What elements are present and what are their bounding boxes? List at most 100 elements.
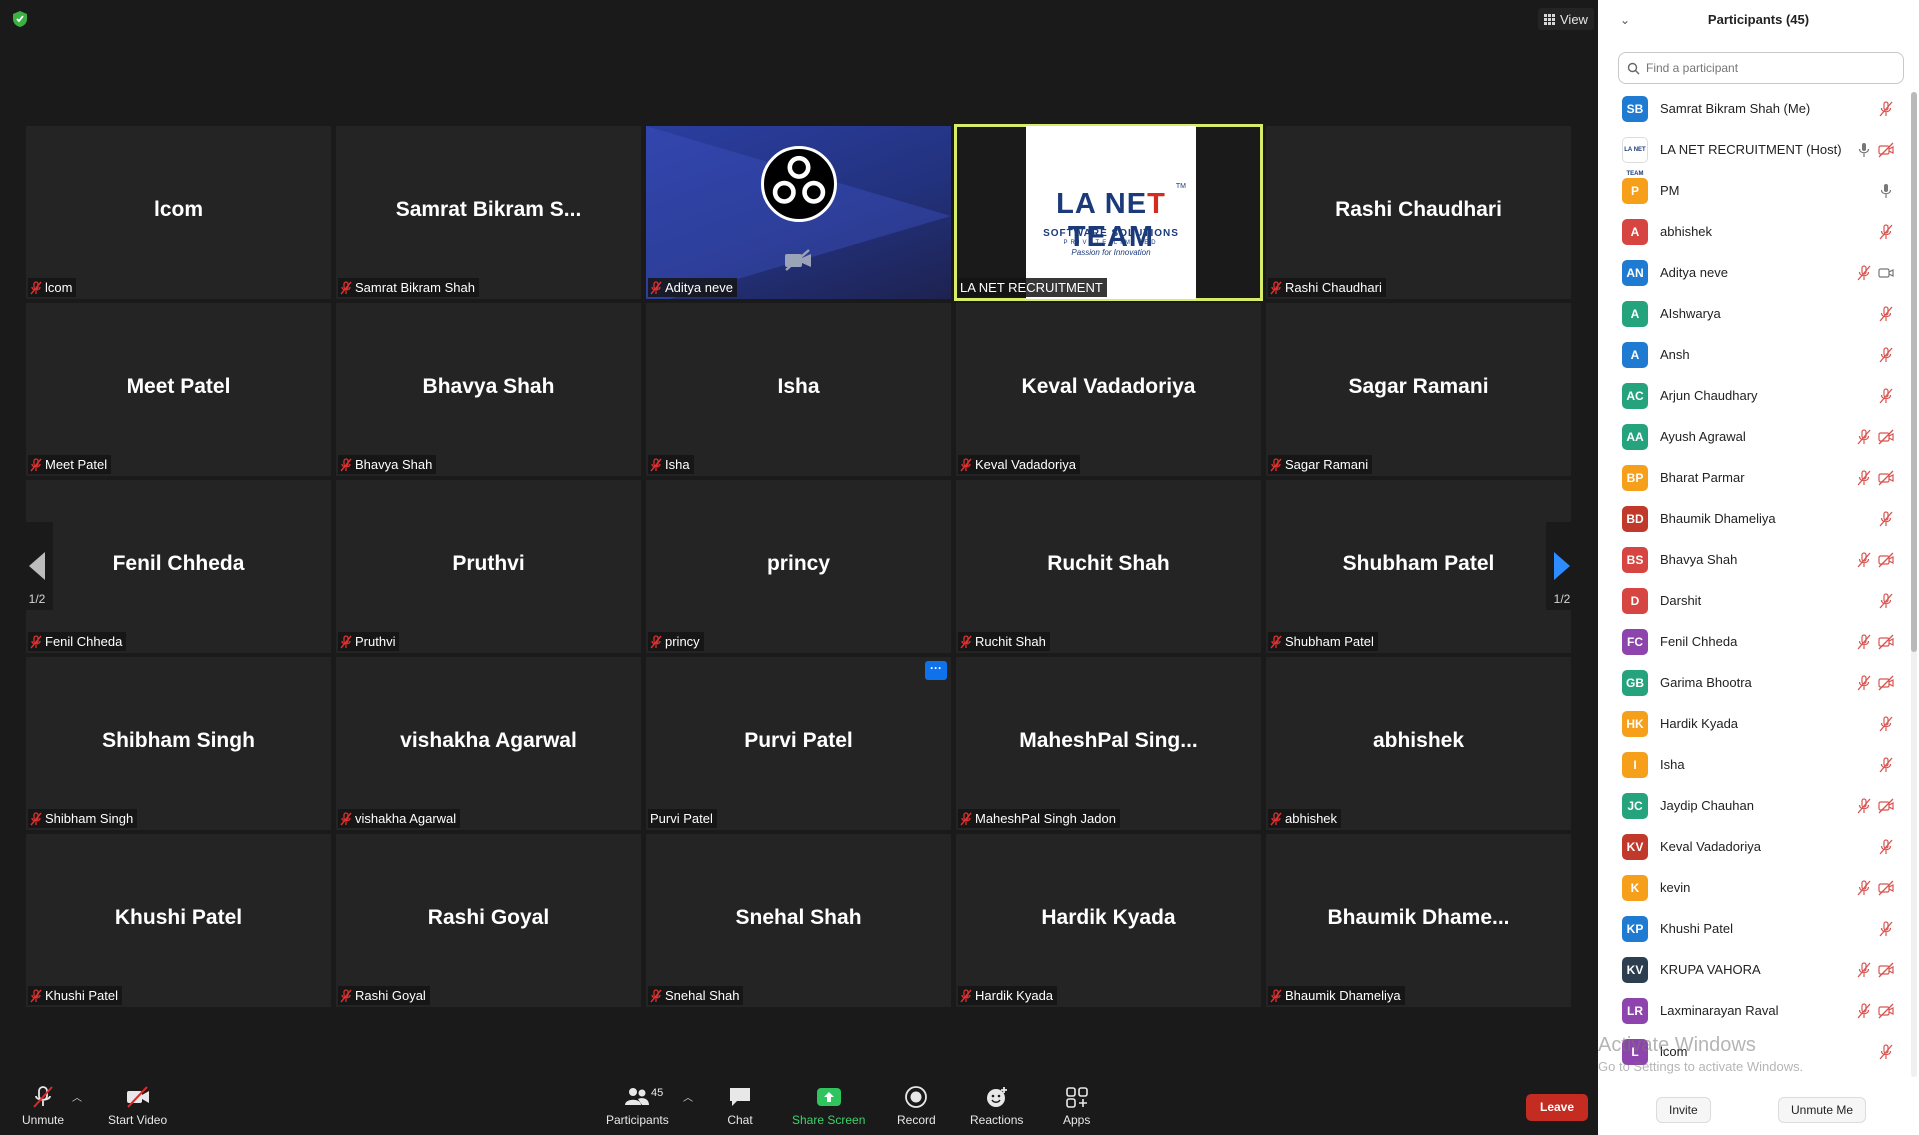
mic-muted-icon[interactable]: [1878, 305, 1894, 322]
participant-row[interactable]: HK Hardik Kyada: [1598, 703, 1908, 744]
participant-row[interactable]: P PM: [1598, 170, 1908, 211]
camera-off-icon[interactable]: [1878, 675, 1894, 691]
apps-button[interactable]: Apps: [1063, 1085, 1090, 1127]
video-tile[interactable]: Meet Patel Meet Patel: [26, 303, 331, 476]
mic-muted-icon[interactable]: [1856, 633, 1872, 650]
mic-muted-icon[interactable]: [1856, 264, 1872, 281]
participant-row[interactable]: BS Bhavya Shah: [1598, 539, 1908, 580]
participant-row[interactable]: LR Laxminarayan Raval: [1598, 990, 1908, 1031]
mic-muted-icon[interactable]: [1856, 428, 1872, 445]
video-tile[interactable]: abhishek abhishek: [1266, 657, 1571, 830]
leave-button[interactable]: Leave: [1526, 1094, 1588, 1121]
search-input[interactable]: [1646, 61, 1886, 75]
record-button[interactable]: Record: [897, 1085, 936, 1127]
participant-row[interactable]: Aabhishek: [1598, 211, 1908, 252]
video-tile[interactable]: Shubham Patel Shubham Patel: [1266, 480, 1571, 653]
mic-muted-icon[interactable]: [1856, 674, 1872, 691]
mic-muted-icon[interactable]: [1878, 510, 1894, 527]
mic-muted-icon[interactable]: [1878, 920, 1894, 937]
next-page-button[interactable]: 1/2: [1546, 522, 1578, 610]
camera-off-icon[interactable]: [1878, 429, 1894, 445]
camera-off-icon[interactable]: [1878, 798, 1894, 814]
participant-row[interactable]: AA Ayush Agrawal: [1598, 416, 1908, 457]
video-tile[interactable]: LA NET TEAM TM SOFTWARE SOLUTIONS PRIVATE L…: [954, 124, 1263, 301]
video-tile[interactable]: Keval Vadadoriya Keval Vadadoriya: [956, 303, 1261, 476]
participant-row[interactable]: SB Samrat Bikram Shah (Me): [1598, 88, 1908, 129]
participant-row[interactable]: LA NET TEAM LA NET RECRUITMENT (Host): [1598, 129, 1908, 177]
participant-row[interactable]: A AIshwarya: [1598, 293, 1908, 334]
video-tile[interactable]: Snehal Shah Snehal Shah: [646, 834, 951, 1007]
camera-off-icon[interactable]: [1878, 142, 1894, 158]
camera-off-icon[interactable]: [1878, 470, 1894, 486]
video-tile[interactable]: princy princy: [646, 480, 951, 653]
mic-muted-icon[interactable]: [1878, 1043, 1894, 1060]
video-tile[interactable]: MaheshPal Sing... MaheshPal Singh Jadon: [956, 657, 1261, 830]
mic-muted-icon[interactable]: [1856, 797, 1872, 814]
mic-muted-icon[interactable]: [1856, 551, 1872, 568]
participants-caret-icon[interactable]: ︿: [683, 1089, 693, 1104]
participant-row[interactable]: D Darshit: [1598, 580, 1908, 621]
video-tile[interactable]: Fenil Chheda Fenil Chheda: [26, 480, 331, 653]
mic-muted-icon[interactable]: [1856, 469, 1872, 486]
scrollbar-thumb[interactable]: [1911, 92, 1917, 652]
participant-row[interactable]: AN Aditya neve: [1598, 252, 1908, 293]
mic-muted-icon[interactable]: [1878, 387, 1894, 404]
mic-muted-icon[interactable]: [1878, 756, 1894, 773]
participant-row[interactable]: JC Jaydip Chauhan: [1598, 785, 1908, 826]
participant-row[interactable]: BD Bhaumik Dhameliya: [1598, 498, 1908, 539]
previous-page-button[interactable]: 1/2: [21, 522, 53, 610]
unmute-button[interactable]: Unmute: [22, 1085, 64, 1127]
mic-muted-icon[interactable]: [1878, 346, 1894, 363]
encryption-shield-icon[interactable]: [12, 10, 28, 28]
video-tile[interactable]: Isha Isha: [646, 303, 951, 476]
participant-row[interactable]: Llcom: [1598, 1031, 1908, 1072]
mic-muted-icon[interactable]: [1878, 223, 1894, 240]
camera-off-icon[interactable]: [1878, 552, 1894, 568]
mic-icon[interactable]: [1878, 183, 1894, 199]
video-tile[interactable]: Purvi Patel ··· Purvi Patel: [646, 657, 951, 830]
video-tile[interactable]: lcom lcom: [26, 126, 331, 299]
mic-muted-icon[interactable]: [1856, 879, 1872, 896]
more-options-icon[interactable]: ···: [925, 661, 947, 680]
video-tile[interactable]: Aditya neve: [646, 126, 951, 299]
camera-off-icon[interactable]: [1878, 962, 1894, 978]
participant-row[interactable]: BP Bharat Parmar: [1598, 457, 1908, 498]
mic-muted-icon[interactable]: [1856, 961, 1872, 978]
reactions-button[interactable]: Reactions: [970, 1085, 1023, 1127]
chat-button[interactable]: Chat: [727, 1085, 753, 1127]
participant-row[interactable]: KV KRUPA VAHORA: [1598, 949, 1908, 990]
camera-off-icon[interactable]: [1878, 1003, 1894, 1019]
start-video-button[interactable]: Start Video: [108, 1085, 167, 1127]
video-tile[interactable]: Bhaumik Dhame... Bhaumik Dhameliya: [1266, 834, 1571, 1007]
video-tile[interactable]: Sagar Ramani Sagar Ramani: [1266, 303, 1571, 476]
mic-muted-icon[interactable]: [1878, 838, 1894, 855]
share-screen-button[interactable]: Share Screen: [792, 1085, 865, 1127]
view-button[interactable]: View: [1538, 8, 1594, 30]
video-tile[interactable]: Ruchit Shah Ruchit Shah: [956, 480, 1261, 653]
participant-row[interactable]: I Isha: [1598, 744, 1908, 785]
participant-row[interactable]: FC Fenil Chheda: [1598, 621, 1908, 662]
video-tile[interactable]: Shibham Singh Shibham Singh: [26, 657, 331, 830]
participant-row[interactable]: Kkevin: [1598, 867, 1908, 908]
participant-row[interactable]: KP Khushi Patel: [1598, 908, 1908, 949]
mic-muted-icon[interactable]: [1878, 100, 1894, 117]
participant-row[interactable]: KV Keval Vadadoriya: [1598, 826, 1908, 867]
camera-icon[interactable]: [1878, 265, 1894, 281]
video-tile[interactable]: Rashi Goyal Rashi Goyal: [336, 834, 641, 1007]
mic-muted-icon[interactable]: [1878, 592, 1894, 609]
video-tile[interactable]: Rashi Chaudhari Rashi Chaudhari: [1266, 126, 1571, 299]
mic-muted-icon[interactable]: [1878, 715, 1894, 732]
participant-search[interactable]: [1618, 52, 1904, 84]
video-tile[interactable]: Samrat Bikram S... Samrat Bikram Shah: [336, 126, 641, 299]
unmute-me-button[interactable]: Unmute Me: [1778, 1097, 1867, 1123]
video-tile[interactable]: vishakha Agarwal vishakha Agarwal: [336, 657, 641, 830]
participant-row[interactable]: AC Arjun Chaudhary: [1598, 375, 1908, 416]
participant-list-scrollbar[interactable]: [1911, 92, 1917, 1077]
audio-options-caret-icon[interactable]: ︿: [72, 1089, 82, 1104]
video-tile[interactable]: Bhavya Shah Bhavya Shah: [336, 303, 641, 476]
video-tile[interactable]: Pruthvi Pruthvi: [336, 480, 641, 653]
participant-row[interactable]: GB Garima Bhootra: [1598, 662, 1908, 703]
video-tile[interactable]: Khushi Patel Khushi Patel: [26, 834, 331, 1007]
participant-row[interactable]: A Ansh: [1598, 334, 1908, 375]
mic-muted-icon[interactable]: [1856, 1002, 1872, 1019]
